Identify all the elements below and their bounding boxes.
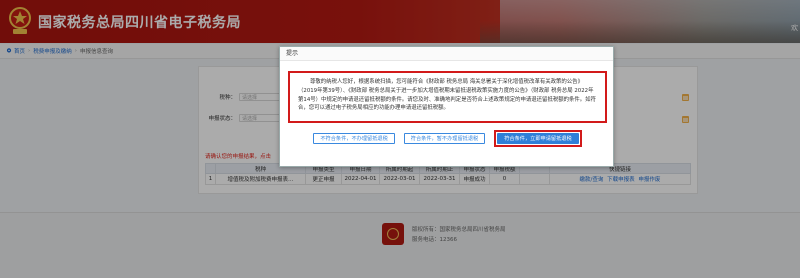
eligible-defer-button[interactable]: 符合条件，暂不办理留抵退税 — [403, 133, 486, 144]
dialog-message: 尊敬的纳税人您好，根据系统扫描，您可能符合《财政部 税务总局 海关总署关于深化增… — [298, 79, 596, 112]
dialog-message-box: 尊敬的纳税人您好，根据系统扫描，您可能符合《财政部 税务总局 海关总署关于深化增… — [288, 71, 607, 123]
apply-button-highlight: 符合条件，立即申请留抵退税 — [494, 130, 582, 147]
dialog-title: 提示 — [280, 47, 613, 61]
not-eligible-button[interactable]: 不符合条件，不办理留抵退税 — [313, 133, 395, 144]
refund-tip-dialog: 提示 尊敬的纳税人您好，根据系统扫描，您可能符合《财政部 税务总局 海关总署关于… — [279, 46, 614, 167]
dialog-actions: 不符合条件，不办理留抵退税 符合条件，暂不办理留抵退税 符合条件，立即申请留抵退… — [280, 130, 615, 147]
apply-refund-button[interactable]: 符合条件，立即申请留抵退税 — [497, 133, 579, 144]
